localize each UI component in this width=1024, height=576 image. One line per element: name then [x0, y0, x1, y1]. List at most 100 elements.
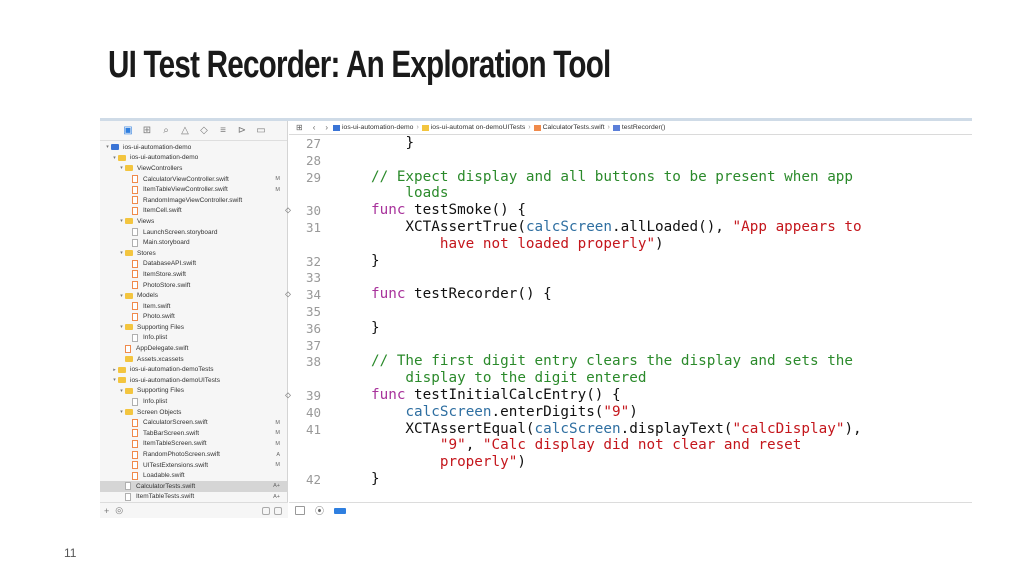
source-control-filter-icon[interactable]	[274, 506, 282, 515]
tree-item[interactable]: UITestExtensions.swift M	[100, 460, 288, 471]
disclosure-icon[interactable]: ▾	[118, 293, 125, 299]
breadcrumb-method[interactable]: testRecorder()	[622, 124, 665, 131]
warning-icon[interactable]: △	[179, 125, 191, 137]
tree-item[interactable]: Loadable.swift	[100, 470, 288, 481]
disclosure-icon[interactable]: ▾	[111, 155, 118, 161]
tree-item[interactable]: RandomImageViewController.swift	[100, 195, 288, 206]
source-control-status: A	[276, 451, 280, 458]
back-icon[interactable]: ‹	[313, 123, 316, 132]
tree-item[interactable]: ▾ Supporting Files	[100, 386, 288, 397]
disclosure-icon[interactable]: ▸	[111, 367, 118, 373]
tree-item[interactable]: ▾ ios-ui-automation-demo	[100, 142, 288, 153]
tree-item-label: UITestExtensions.swift	[143, 461, 209, 469]
tree-item[interactable]: CalculatorViewController.swift M	[100, 174, 288, 185]
line-number: 32	[305, 253, 321, 269]
tree-item[interactable]: ▾ ios-ui-automation-demoUITests	[100, 375, 288, 386]
tree-item[interactable]: ItemTableViewController.swift M	[100, 184, 288, 195]
tree-item[interactable]: AppDelegate.swift	[100, 343, 288, 354]
tree-item[interactable]: CalculatorTests.swift A+	[100, 481, 288, 492]
code-text: calcScreen.enterDigits("9")	[371, 404, 637, 420]
tree-item[interactable]: ▾ Stores	[100, 248, 288, 259]
breakpoint-icon[interactable]: ⊳	[236, 125, 248, 137]
tree-item-label: ViewControllers	[137, 164, 183, 172]
line-number: 42	[305, 472, 321, 487]
disclosure-icon[interactable]: ▾	[118, 324, 125, 330]
tree-item-label: PhotoStore.swift	[143, 281, 191, 289]
activate-breakpoints-icon[interactable]	[334, 507, 347, 514]
tree-item[interactable]: ▾ Views	[100, 216, 288, 227]
code-text: // Expect display and all buttons to be …	[371, 169, 853, 185]
code-text: }	[371, 471, 380, 487]
tree-item[interactable]: ItemTableTests.swift A+	[100, 492, 288, 503]
tree-item[interactable]: ▾ ios-ui-automation-demo	[100, 153, 288, 164]
tree-item[interactable]: Item.swift	[100, 301, 288, 312]
code-token: ),	[844, 420, 862, 437]
disclosure-icon[interactable]: ▾	[111, 377, 118, 383]
add-icon[interactable]: +	[104, 506, 109, 516]
file-icon	[132, 333, 138, 342]
source-control-status: M	[275, 430, 280, 437]
xcode-window: ▣ ⊞ ⌕ △ ◇ ≡ ⊳ ▭ ▾ ios-ui-automation-demo ▾…	[100, 118, 972, 518]
breadcrumb-file[interactable]: CalculatorTests.swift	[543, 124, 605, 131]
tree-item[interactable]: DatabaseAPI.swift	[100, 259, 288, 270]
code-text: properly")	[371, 454, 526, 470]
tree-item[interactable]: ▾ Screen Objects	[100, 407, 288, 418]
tree-item-label: CalculatorTests.swift	[136, 482, 196, 490]
tree-item[interactable]: CalculatorScreen.swift M	[100, 417, 288, 428]
forward-icon[interactable]: ›	[325, 123, 328, 132]
tree-item[interactable]: ▾ Supporting Files	[100, 322, 288, 333]
disclosure-icon[interactable]: ▾	[104, 144, 111, 150]
line-number: 28	[305, 152, 321, 168]
file-icon	[125, 492, 131, 501]
tree-item[interactable]: Photo.swift	[100, 312, 288, 323]
tree-item-label: AppDelegate.swift	[136, 345, 189, 353]
report-icon[interactable]: ▭	[255, 125, 267, 137]
disclosure-icon[interactable]: ▾	[118, 165, 125, 171]
tree-item[interactable]: RandomPhotoScreen.swift A	[100, 449, 288, 460]
tree-item[interactable]: ▾ Models	[100, 290, 288, 301]
code-token: XCTAssertTrue(	[371, 219, 526, 235]
tree-item[interactable]: ▾ ViewControllers	[100, 163, 288, 174]
tree-item[interactable]: Assets.xcassets	[100, 354, 288, 365]
toggle-debug-area-icon[interactable]	[295, 506, 305, 515]
tree-item[interactable]: PhotoStore.swift	[100, 280, 288, 291]
swift-file-icon	[132, 471, 138, 480]
breakpoints-toggle-icon[interactable]: ⦿	[315, 504, 324, 517]
tree-item-label: Supporting Files	[137, 323, 184, 331]
test-icon[interactable]: ◇	[198, 125, 210, 137]
disclosure-icon[interactable]: ▾	[118, 250, 125, 256]
tree-item[interactable]: Main.storyboard	[100, 237, 288, 248]
code-token: )	[517, 454, 526, 471]
line-number: 27	[305, 136, 321, 151]
related-items-icon[interactable]: ⊞	[296, 123, 303, 132]
tree-item-label: Views	[137, 217, 155, 225]
swift-file-icon	[132, 439, 138, 448]
tree-item[interactable]: Info.plist	[100, 333, 288, 344]
filter-icon[interactable]: ◎	[115, 505, 123, 516]
symbol-icon[interactable]: ⊞	[141, 125, 153, 137]
disclosure-icon[interactable]: ▾	[118, 409, 125, 415]
breadcrumb-project[interactable]: ios-ui-automation-demo	[342, 124, 413, 131]
source-control-status: A+	[273, 493, 280, 500]
folder-icon[interactable]: ▣	[122, 125, 134, 137]
tree-item-label: Stores	[137, 249, 156, 257]
disclosure-icon[interactable]: ▾	[118, 218, 125, 224]
breadcrumb-group[interactable]: ios-ui-automat on-demoUITests	[431, 124, 525, 131]
tree-item[interactable]: LaunchScreen.storyboard	[100, 227, 288, 238]
tree-item[interactable]: ItemStore.swift	[100, 269, 288, 280]
debug-icon[interactable]: ≡	[217, 125, 229, 137]
code-token: "Calc display did not clear and reset	[482, 437, 802, 454]
tree-item-label: RandomPhotoScreen.swift	[143, 451, 220, 459]
code-area[interactable]: 27 } 28 29 // Expect display and all button…	[285, 135, 972, 503]
recent-files-icon[interactable]	[262, 506, 270, 515]
tree-item[interactable]: TabBarScreen.swift M	[100, 428, 288, 439]
search-icon[interactable]: ⌕	[160, 125, 172, 137]
folder-icon	[125, 324, 133, 331]
tree-item[interactable]: ▸ ios-ui-automation-demoTests	[100, 364, 288, 375]
disclosure-icon[interactable]: ▾	[118, 388, 125, 394]
tree-item[interactable]: ItemTableScreen.swift M	[100, 439, 288, 450]
tree-item[interactable]: ItemCell.swift	[100, 206, 288, 217]
tree-item-label: DatabaseAPI.swift	[143, 260, 197, 268]
navigator-toolbar: ▣ ⊞ ⌕ △ ◇ ≡ ⊳ ▭	[100, 121, 287, 141]
tree-item[interactable]: Info.plist	[100, 396, 288, 407]
